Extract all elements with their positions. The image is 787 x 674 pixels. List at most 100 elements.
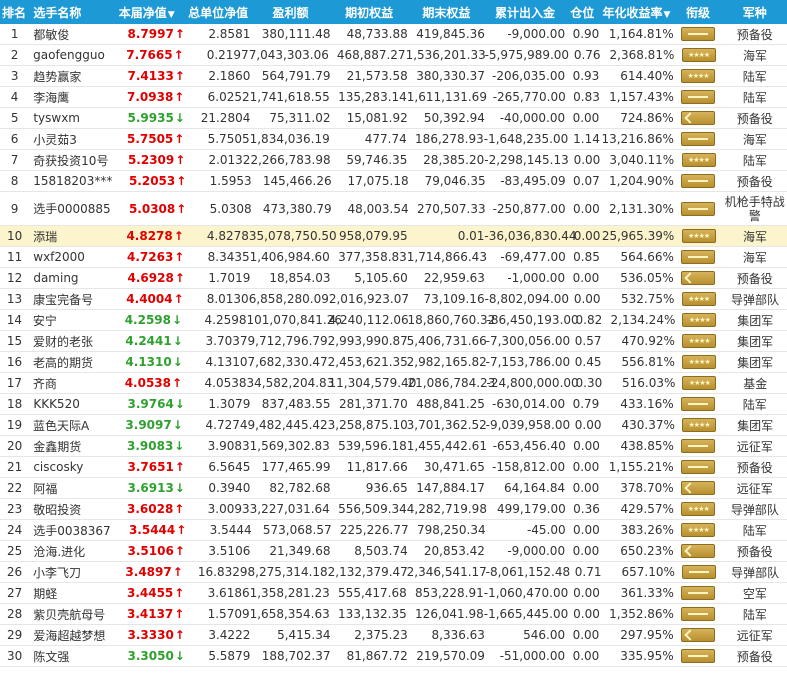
row-nav: 3.3330↑ xyxy=(108,628,186,642)
table-row[interactable]: 3 趋势赢家 7.4133↑ 2.1860 564,791.79 21,573.58 380… xyxy=(0,66,787,87)
row-military-rank xyxy=(675,565,723,580)
table-row[interactable]: 15 爱财的老张 4.2441↓ 3.7037 9,712,796.79 2,993,99… xyxy=(0,331,787,352)
row-branch: 远征军 xyxy=(736,439,773,454)
row-name[interactable]: 奇获投资10号 xyxy=(29,152,108,169)
table-row[interactable]: 4 李海鹰 7.0938↑ 6.0252 1,741,618.55 135,283.14 1… xyxy=(0,87,787,108)
row-name[interactable]: 期蛏 xyxy=(29,585,107,602)
header-begin-equity[interactable]: 期初权益 xyxy=(331,4,408,21)
row-name[interactable]: 沧海.进化 xyxy=(29,543,107,560)
row-branch: 集团军 xyxy=(737,418,774,433)
rank-insignia-icon xyxy=(681,132,716,147)
row-name[interactable]: ciscosky xyxy=(29,460,107,474)
table-row[interactable]: 7 奇获投资10号 5.2309↑ 2.0132 2,266,783.98 59,746.… xyxy=(0,150,787,171)
row-name[interactable]: 都敏俊 xyxy=(29,26,107,43)
header-rank[interactable]: 排名 xyxy=(0,4,29,21)
arrow-up-icon: ↑ xyxy=(174,607,185,621)
row-nav-value: 4.7263 xyxy=(127,250,174,264)
table-row[interactable]: 18 KKK520 3.9764↓ 1.3079 837,483.55 281,371.7… xyxy=(0,394,787,415)
table-row[interactable]: 17 齐商 4.0538↑ 4.0538 34,582,204.83 11,304,579… xyxy=(0,373,787,394)
table-row[interactable]: 23 敬昭投资 3.6028↑ 3.0093 3,227,031.64 556,509.3… xyxy=(0,499,787,520)
row-name[interactable]: 选手0000885 xyxy=(29,200,110,217)
table-row[interactable]: 12 daming 4.6928↑ 1.7019 18,854.03 5,105.60 22… xyxy=(0,268,787,289)
table-row[interactable]: 1 都敏俊 8.7997↑ 2.8581 380,111.48 48,733.88 419,… xyxy=(0,24,787,45)
table-row[interactable]: 27 期蛏 3.4455↑ 3.6186 1,358,281.23 555,417.68 8… xyxy=(0,583,787,604)
row-name[interactable]: daming xyxy=(29,271,107,285)
header-nav[interactable]: 本届净值▼ xyxy=(108,4,186,21)
row-name[interactable]: 康宝完备号 xyxy=(29,291,107,308)
arrow-up-icon: ↑ xyxy=(174,628,185,642)
row-name[interactable]: gaofengguo xyxy=(29,48,107,62)
row-annual-return: 433.16% xyxy=(620,397,674,411)
table-row[interactable]: 5 tyswxm 5.9935↓ 21.2804 75,311.02 15,081.92 5… xyxy=(0,108,787,129)
header-profit[interactable]: 盈利额 xyxy=(250,4,330,21)
row-name[interactable]: 小李飞刀 xyxy=(29,564,106,581)
row-name[interactable]: 齐商 xyxy=(29,375,106,392)
row-name[interactable]: 敬昭投资 xyxy=(29,501,107,518)
row-name[interactable]: 老高的期货 xyxy=(29,354,106,371)
row-begin-equity: 477.74 xyxy=(364,132,407,146)
table-row[interactable]: 19 蓝色天际A 3.9097↓ 4.7274 9,482,445.42 3,258,87… xyxy=(0,415,787,436)
table-row[interactable]: 13 康宝完备号 4.4004↑ 8.0130 6,858,280.09 2,016,92… xyxy=(0,289,787,310)
table-row[interactable]: 26 小李飞刀 3.4897↑ 16.8329 8,275,314.18 2,132,37… xyxy=(0,562,787,583)
row-annual-return: 2,131.30% xyxy=(609,201,674,216)
table-row[interactable]: 2 gaofengguo 7.7665↑ 0.2197 7,043,303.06 468,… xyxy=(0,45,787,66)
row-nav-value: 3.4455 xyxy=(126,586,174,600)
table-row[interactable]: 29 爱海超越梦想 3.3330↑ 3.4222 5,415.34 2,375.23 8,3… xyxy=(0,625,787,646)
row-total-nav: 8.3435 xyxy=(207,250,250,264)
sort-desc-icon[interactable]: ▼ xyxy=(168,10,175,20)
row-name[interactable]: 蓝色天际A xyxy=(29,417,106,434)
table-row[interactable]: 20 金鑫期货 3.9083↓ 3.9083 1,569,302.83 539,596.1… xyxy=(0,436,787,457)
row-name[interactable]: 趋势赢家 xyxy=(29,68,107,85)
row-name[interactable]: 金鑫期货 xyxy=(29,438,107,455)
row-end-equity: 380,330.37 xyxy=(416,69,485,83)
row-begin-equity: 556,509.34 xyxy=(338,502,407,516)
row-name[interactable]: tyswxm xyxy=(29,111,107,125)
table-row[interactable]: 14 安宁 4.2598↓ 4.2598 101,070,841.26 4,240,112… xyxy=(0,310,787,331)
header-branch[interactable]: 军种 xyxy=(723,4,787,21)
header-net-flow[interactable]: 累计出入金 xyxy=(485,4,565,21)
row-profit: 837,483.55 xyxy=(261,397,331,411)
row-end-equity: 18,860,760.32 xyxy=(407,313,496,327)
row-net-flow: -40,000.00 xyxy=(499,111,566,125)
sort-desc-icon[interactable]: ▼ xyxy=(664,10,671,20)
arrow-up-icon: ↑ xyxy=(174,250,185,264)
row-name[interactable]: wxf2000 xyxy=(29,250,107,264)
table-row[interactable]: 10 添瑞 4.8278↑ 4.8278 35,078,750.50 958,079.95… xyxy=(0,226,787,247)
row-name[interactable]: 阿福 xyxy=(29,480,107,497)
row-position: 0.00 xyxy=(573,292,601,306)
table-row[interactable]: 6 小灵茹3 5.7505↑ 5.7505 1,834,036.19 477.74 186,… xyxy=(0,129,787,150)
table-row[interactable]: 22 阿福 3.6913↓ 0.3940 82,782.68 936.65 147,884.… xyxy=(0,478,787,499)
table-row[interactable]: 21 ciscosky 3.7651↑ 6.5645 177,465.99 11,817.… xyxy=(0,457,787,478)
header-position[interactable]: 仓位 xyxy=(565,4,599,21)
row-name[interactable]: 紫贝壳航母号 xyxy=(29,606,107,623)
table-row[interactable]: 25 沧海.进化 3.5106↑ 3.5106 21,349.68 8,503.74 20,… xyxy=(0,541,787,562)
row-name[interactable]: 选手0038367 xyxy=(29,522,110,539)
table-row[interactable]: 30 陈文强 3.3050↓ 5.5879 188,702.37 81,867.72 219… xyxy=(0,646,787,667)
row-name[interactable]: KKK520 xyxy=(29,397,107,411)
table-row[interactable]: 24 选手0038367 3.5444↑ 3.5444 573,068.57 225,22… xyxy=(0,520,787,541)
header-annual-return[interactable]: 年化收益率▼ xyxy=(599,4,673,21)
row-name[interactable]: 添瑞 xyxy=(29,228,107,245)
row-name[interactable]: 小灵茹3 xyxy=(29,131,107,148)
table-row[interactable]: 9 选手0000885 5.0308↑ 5.0308 473,380.79 48,003.… xyxy=(0,192,787,226)
row-name[interactable]: 李海鹰 xyxy=(29,89,107,106)
header-nav-label: 本届净值 xyxy=(118,5,167,20)
header-end-equity[interactable]: 期末权益 xyxy=(408,4,485,21)
row-position: 0.00 xyxy=(574,418,602,432)
table-row[interactable]: 16 老高的期货 4.1310↓ 4.1310 7,682,330.47 2,453,62… xyxy=(0,352,787,373)
table-row[interactable]: 11 wxf2000 4.7263↑ 8.3435 1,406,984.60 377,35… xyxy=(0,247,787,268)
row-begin-equity: 48,003.54 xyxy=(347,201,409,216)
table-row[interactable]: 28 紫贝壳航母号 3.4137↑ 1.5709 1,658,354.63 133,132… xyxy=(0,604,787,625)
header-total-nav[interactable]: 总单位净值 xyxy=(186,4,251,21)
row-name[interactable]: 陈文强 xyxy=(29,648,107,665)
row-name[interactable]: 爱财的老张 xyxy=(29,333,106,350)
header-name[interactable]: 选手名称 xyxy=(29,4,107,21)
row-name[interactable]: 15818203*** xyxy=(29,174,112,188)
row-annual-return: 724.86% xyxy=(620,111,674,125)
row-name[interactable]: 安宁 xyxy=(29,312,106,329)
table-row[interactable]: 8 15818203*** 5.2053↑ 1.5953 145,466.26 17,07… xyxy=(0,171,787,192)
row-name[interactable]: 爱海超越梦想 xyxy=(29,627,107,644)
row-position: 0.83 xyxy=(573,90,600,104)
header-military-rank[interactable]: 衔级 xyxy=(674,4,723,21)
row-rank: 19 xyxy=(6,418,23,432)
